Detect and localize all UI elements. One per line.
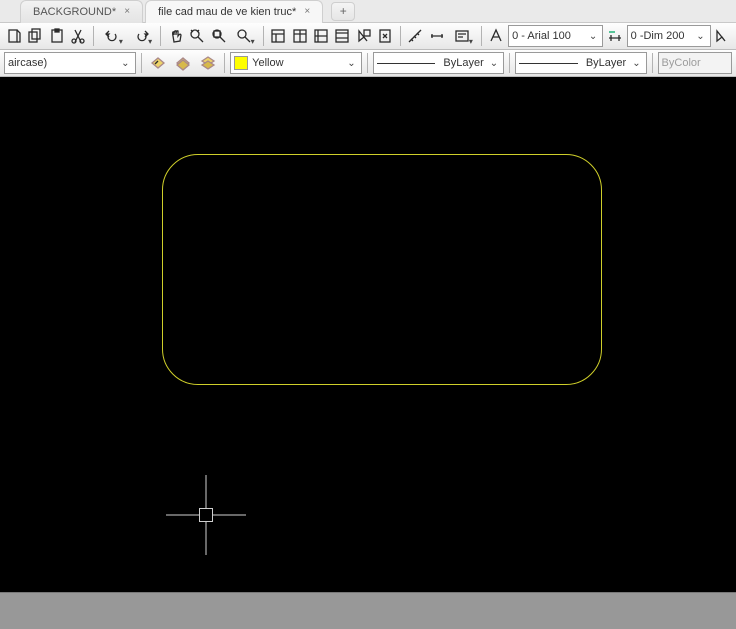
separator — [509, 53, 510, 73]
text-style-icon[interactable] — [487, 24, 506, 48]
inquiry-dropdown[interactable] — [449, 24, 476, 48]
layer-manager-icon[interactable] — [196, 51, 219, 75]
measure-icon[interactable] — [406, 24, 425, 48]
distance-icon[interactable] — [427, 24, 446, 48]
zoom-extents-icon[interactable] — [187, 24, 206, 48]
zoom-window-icon[interactable] — [209, 24, 228, 48]
close-icon[interactable]: × — [302, 7, 312, 17]
new-tab-button[interactable]: + — [331, 2, 355, 21]
tab-background[interactable]: BACKGROUND* × — [20, 0, 143, 23]
status-bar — [0, 592, 736, 629]
layer-previous-icon[interactable] — [146, 51, 169, 75]
linetype-dropdown[interactable]: ByLayer ⌄ — [373, 52, 505, 74]
zoom-dropdown[interactable] — [230, 24, 257, 48]
lineweight-dropdown[interactable]: ByLayer ⌄ — [515, 52, 647, 74]
close-icon[interactable]: × — [122, 7, 132, 17]
drawing-canvas[interactable] — [0, 77, 736, 592]
select-similar-icon[interactable] — [354, 24, 373, 48]
separator — [224, 53, 225, 73]
text-style-dropdown[interactable]: 0 - Arial 100 ⌄ — [508, 25, 603, 47]
cut-icon[interactable] — [68, 24, 87, 48]
rounded-rectangle-shape — [162, 154, 602, 385]
dim-style-dropdown[interactable]: 0 -Dim 200 ⌄ — [627, 25, 711, 47]
toolbar-layers: aircase) ⌄ Yellow ⌄ ByLayer ⌄ ByLayer ⌄ … — [0, 50, 736, 77]
chevron-down-icon: ⌄ — [587, 31, 599, 42]
color-swatch — [234, 56, 248, 70]
redo-button[interactable] — [128, 24, 155, 48]
linetype-sample — [377, 63, 436, 64]
chevron-down-icon: ⌄ — [345, 58, 357, 69]
more-icon[interactable] — [713, 24, 732, 48]
sheet-manager-icon[interactable] — [311, 24, 330, 48]
chevron-down-icon: ⌄ — [488, 58, 500, 69]
separator — [367, 53, 368, 73]
separator — [400, 26, 401, 46]
tab-bar: BACKGROUND* × file cad mau de ve kien tr… — [0, 0, 736, 23]
pan-icon[interactable] — [166, 24, 185, 48]
copy-icon[interactable] — [25, 24, 44, 48]
crosshair-cursor — [166, 475, 246, 555]
plotstyle-value: ByColor — [662, 57, 729, 69]
lineweight-value: ByLayer — [586, 57, 626, 69]
tab-label: BACKGROUND* — [33, 6, 116, 18]
undo-button[interactable] — [98, 24, 125, 48]
color-dropdown[interactable]: Yellow ⌄ — [230, 52, 362, 74]
plotstyle-dropdown[interactable]: ByColor — [658, 52, 733, 74]
toolbar-primary: 0 - Arial 100 ⌄ 0 -Dim 200 ⌄ — [0, 23, 736, 50]
layers-panel-icon[interactable] — [290, 24, 309, 48]
separator — [263, 26, 264, 46]
linetype-value: ByLayer — [443, 57, 483, 69]
tab-label: file cad mau de ve kien truc* — [158, 6, 296, 18]
chevron-down-icon: ⌄ — [694, 31, 706, 42]
layer-filter-dropdown[interactable]: aircase) ⌄ — [4, 52, 136, 74]
color-value: Yellow — [252, 57, 341, 69]
chevron-down-icon: ⌄ — [630, 58, 642, 69]
separator — [160, 26, 161, 46]
separator — [481, 26, 482, 46]
dim-style-icon[interactable] — [605, 24, 624, 48]
tab-filecad[interactable]: file cad mau de ve kien truc* × — [145, 0, 323, 23]
app-window: BACKGROUND* × file cad mau de ve kien tr… — [0, 0, 736, 629]
layer-filter-value: aircase) — [8, 57, 115, 69]
paste-icon[interactable] — [47, 24, 66, 48]
text-style-value: 0 - Arial 100 — [512, 30, 583, 42]
separator — [93, 26, 94, 46]
blocks-icon[interactable] — [333, 24, 352, 48]
properties-icon[interactable] — [268, 24, 287, 48]
lineweight-sample — [519, 63, 578, 64]
separator — [652, 53, 653, 73]
new-file-icon[interactable] — [4, 24, 23, 48]
layer-state-icon[interactable] — [171, 51, 194, 75]
xref-icon[interactable] — [375, 24, 394, 48]
separator — [141, 53, 142, 73]
chevron-down-icon: ⌄ — [119, 58, 131, 69]
dim-style-value: 0 -Dim 200 — [631, 30, 691, 42]
